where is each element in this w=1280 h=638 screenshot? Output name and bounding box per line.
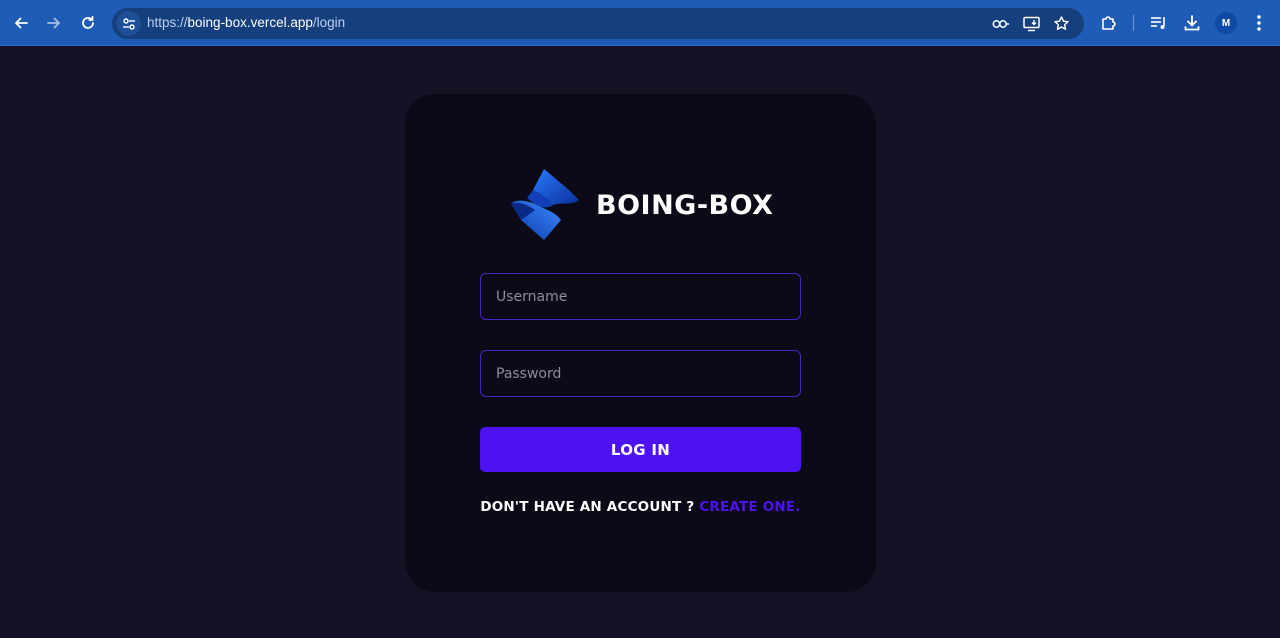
address-bar[interactable]: https://boing-box.vercel.app/login <box>112 8 1084 39</box>
install-app-icon[interactable] <box>1019 11 1044 36</box>
download-icon[interactable] <box>1177 8 1207 38</box>
url-scheme: https:// <box>147 15 188 30</box>
toolbar-divider <box>1133 15 1134 31</box>
brand: BOING-BOX <box>509 168 789 242</box>
url-host: boing-box.vercel.app <box>187 15 313 30</box>
username-input[interactable] <box>480 273 801 320</box>
star-icon[interactable] <box>1049 11 1074 36</box>
forward-arrow-icon[interactable] <box>39 8 69 38</box>
reload-icon[interactable] <box>73 8 103 38</box>
url-text[interactable]: https://boing-box.vercel.app/login <box>147 15 345 30</box>
password-input[interactable] <box>480 350 801 397</box>
back-arrow-icon[interactable] <box>6 8 36 38</box>
signup-prompt-text: DON'T HAVE AN ACCOUNT ? <box>480 499 695 515</box>
brand-name: BOING-BOX <box>596 189 774 221</box>
create-account-link[interactable]: CREATE ONE. <box>699 499 800 515</box>
puzzle-icon[interactable] <box>1094 8 1124 38</box>
media-control-icon[interactable] <box>1144 8 1174 38</box>
boing-box-logo-icon <box>511 169 579 240</box>
login-button[interactable]: LOG IN <box>480 427 801 472</box>
login-card: BOING-BOX LOG IN DON'T HAVE AN ACCOUNT ?… <box>405 94 876 592</box>
url-path: /login <box>312 15 346 30</box>
site-settings-icon[interactable] <box>116 11 141 36</box>
kebab-menu-icon[interactable] <box>1244 8 1274 38</box>
browser-toolbar: https://boing-box.vercel.app/login M <box>0 0 1280 46</box>
profile-avatar[interactable]: M <box>1215 12 1237 34</box>
key-icon[interactable] <box>988 11 1013 36</box>
signup-prompt: DON'T HAVE AN ACCOUNT ? CREATE ONE. <box>480 499 801 515</box>
